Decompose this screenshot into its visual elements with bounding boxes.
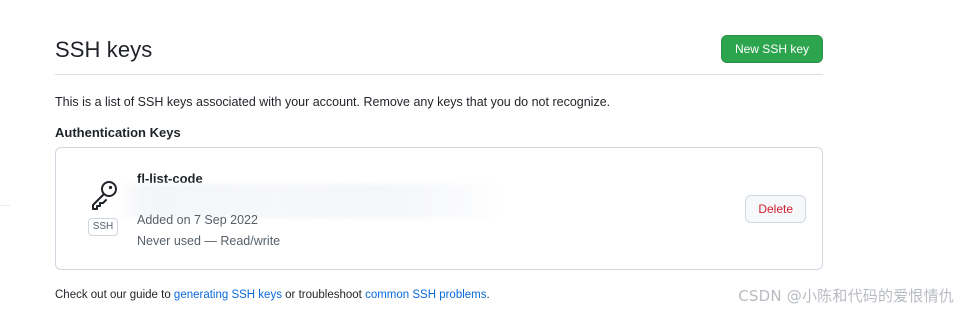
key-added-date: Added on 7 Sep 2022 [137,213,258,227]
generating-ssh-keys-link[interactable]: generating SSH keys [174,289,282,301]
footer-prefix: Check out our guide to [55,289,174,301]
authentication-keys-heading: Authentication Keys [55,125,181,140]
ssh-badge: SSH [88,218,118,236]
watermark: CSDN @小陈和代码的爱恨情仇 [738,287,954,305]
ssh-keys-page: SSH keys New SSH key This is a list of S… [0,0,968,314]
intro-text: This is a list of SSH keys associated wi… [55,95,611,109]
page-header: SSH keys New SSH key [55,34,823,75]
delete-key-button[interactable]: Delete [745,195,806,223]
footer-help-text: Check out our guide to generating SSH ke… [55,289,490,301]
footer-suffix: . [486,289,490,301]
key-usage-status: Never used — Read/write [137,234,281,248]
page-title: SSH keys [55,37,153,62]
footer-middle: or troubleshoot [281,289,366,301]
new-ssh-key-button[interactable]: New SSH key [720,35,823,63]
common-ssh-problems-link[interactable]: common SSH problems [365,289,486,301]
ssh-key-list-item: SSH fl-list-code Added on 7 Sep 2022 Nev… [55,147,823,270]
edge-divider [0,205,10,206]
